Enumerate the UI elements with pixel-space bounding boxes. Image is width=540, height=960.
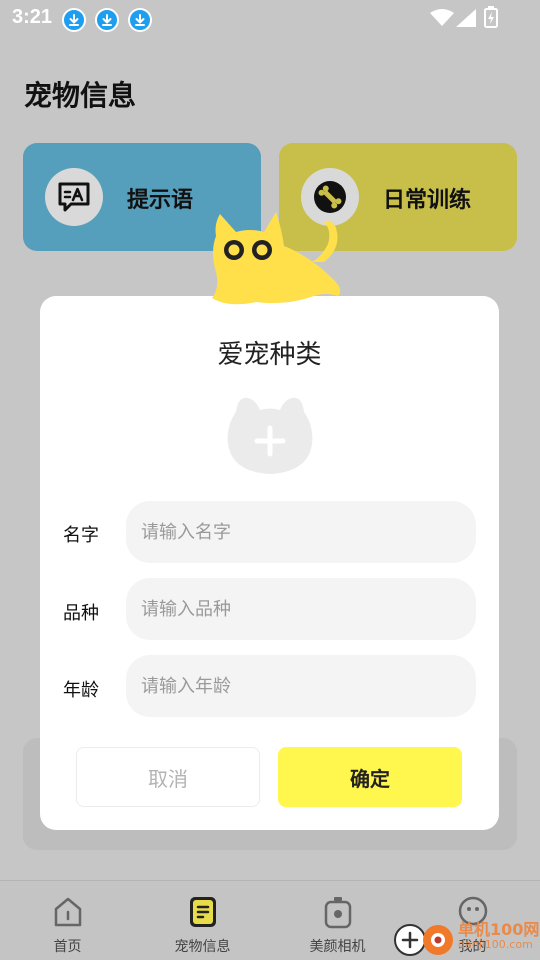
tips-card-label: 提示语 xyxy=(127,188,194,213)
battery-charging-icon xyxy=(484,6,498,28)
age-input[interactable] xyxy=(126,655,476,717)
breed-label: 品种 xyxy=(63,603,99,624)
age-label: 年龄 xyxy=(63,680,99,701)
camera-icon xyxy=(324,897,351,929)
download-icon xyxy=(128,8,152,32)
tab-camera[interactable]: 美颜相机 xyxy=(270,881,405,960)
card-icon-circle xyxy=(45,168,103,226)
signal-icon xyxy=(456,9,476,27)
cancel-button[interactable]: 取消 xyxy=(76,747,260,807)
training-card-label: 日常训练 xyxy=(383,188,472,213)
tab-camera-label: 美颜相机 xyxy=(309,939,366,955)
cat-mascot-icon xyxy=(212,212,341,305)
watermark: 单机100网 danji100.com xyxy=(392,914,540,960)
confirm-button[interactable]: 确定 xyxy=(278,747,462,807)
dialog-title: 爱宠种类 xyxy=(217,340,322,370)
wifi-icon xyxy=(430,9,454,26)
name-label: 名字 xyxy=(63,525,99,546)
tab-home-label: 首页 xyxy=(53,939,82,955)
name-input[interactable] xyxy=(126,501,476,563)
tab-pet-info[interactable]: 宠物信息 xyxy=(135,881,270,960)
download-icon xyxy=(62,8,86,32)
translate-chat-icon xyxy=(58,182,90,212)
download-icon xyxy=(95,8,119,32)
home-icon xyxy=(54,897,81,927)
pet-type-dialog: 爱宠种类 名字 品种 年龄 取消 确定 xyxy=(40,296,499,830)
tab-pet-info-label: 宠物信息 xyxy=(174,939,231,955)
status-bar: 3:21 xyxy=(0,0,540,36)
page-title: 宠物信息 xyxy=(24,79,137,112)
breed-input[interactable] xyxy=(126,578,476,640)
watermark-sub: danji100.com xyxy=(458,938,533,951)
add-pet-photo-icon[interactable] xyxy=(224,392,316,478)
watermark-logo-icon xyxy=(394,924,453,956)
pet-info-icon xyxy=(189,897,216,927)
status-time: 3:21 xyxy=(12,6,53,28)
tab-home[interactable]: 首页 xyxy=(0,881,135,960)
watermark-text: 单机100网 xyxy=(458,920,540,939)
